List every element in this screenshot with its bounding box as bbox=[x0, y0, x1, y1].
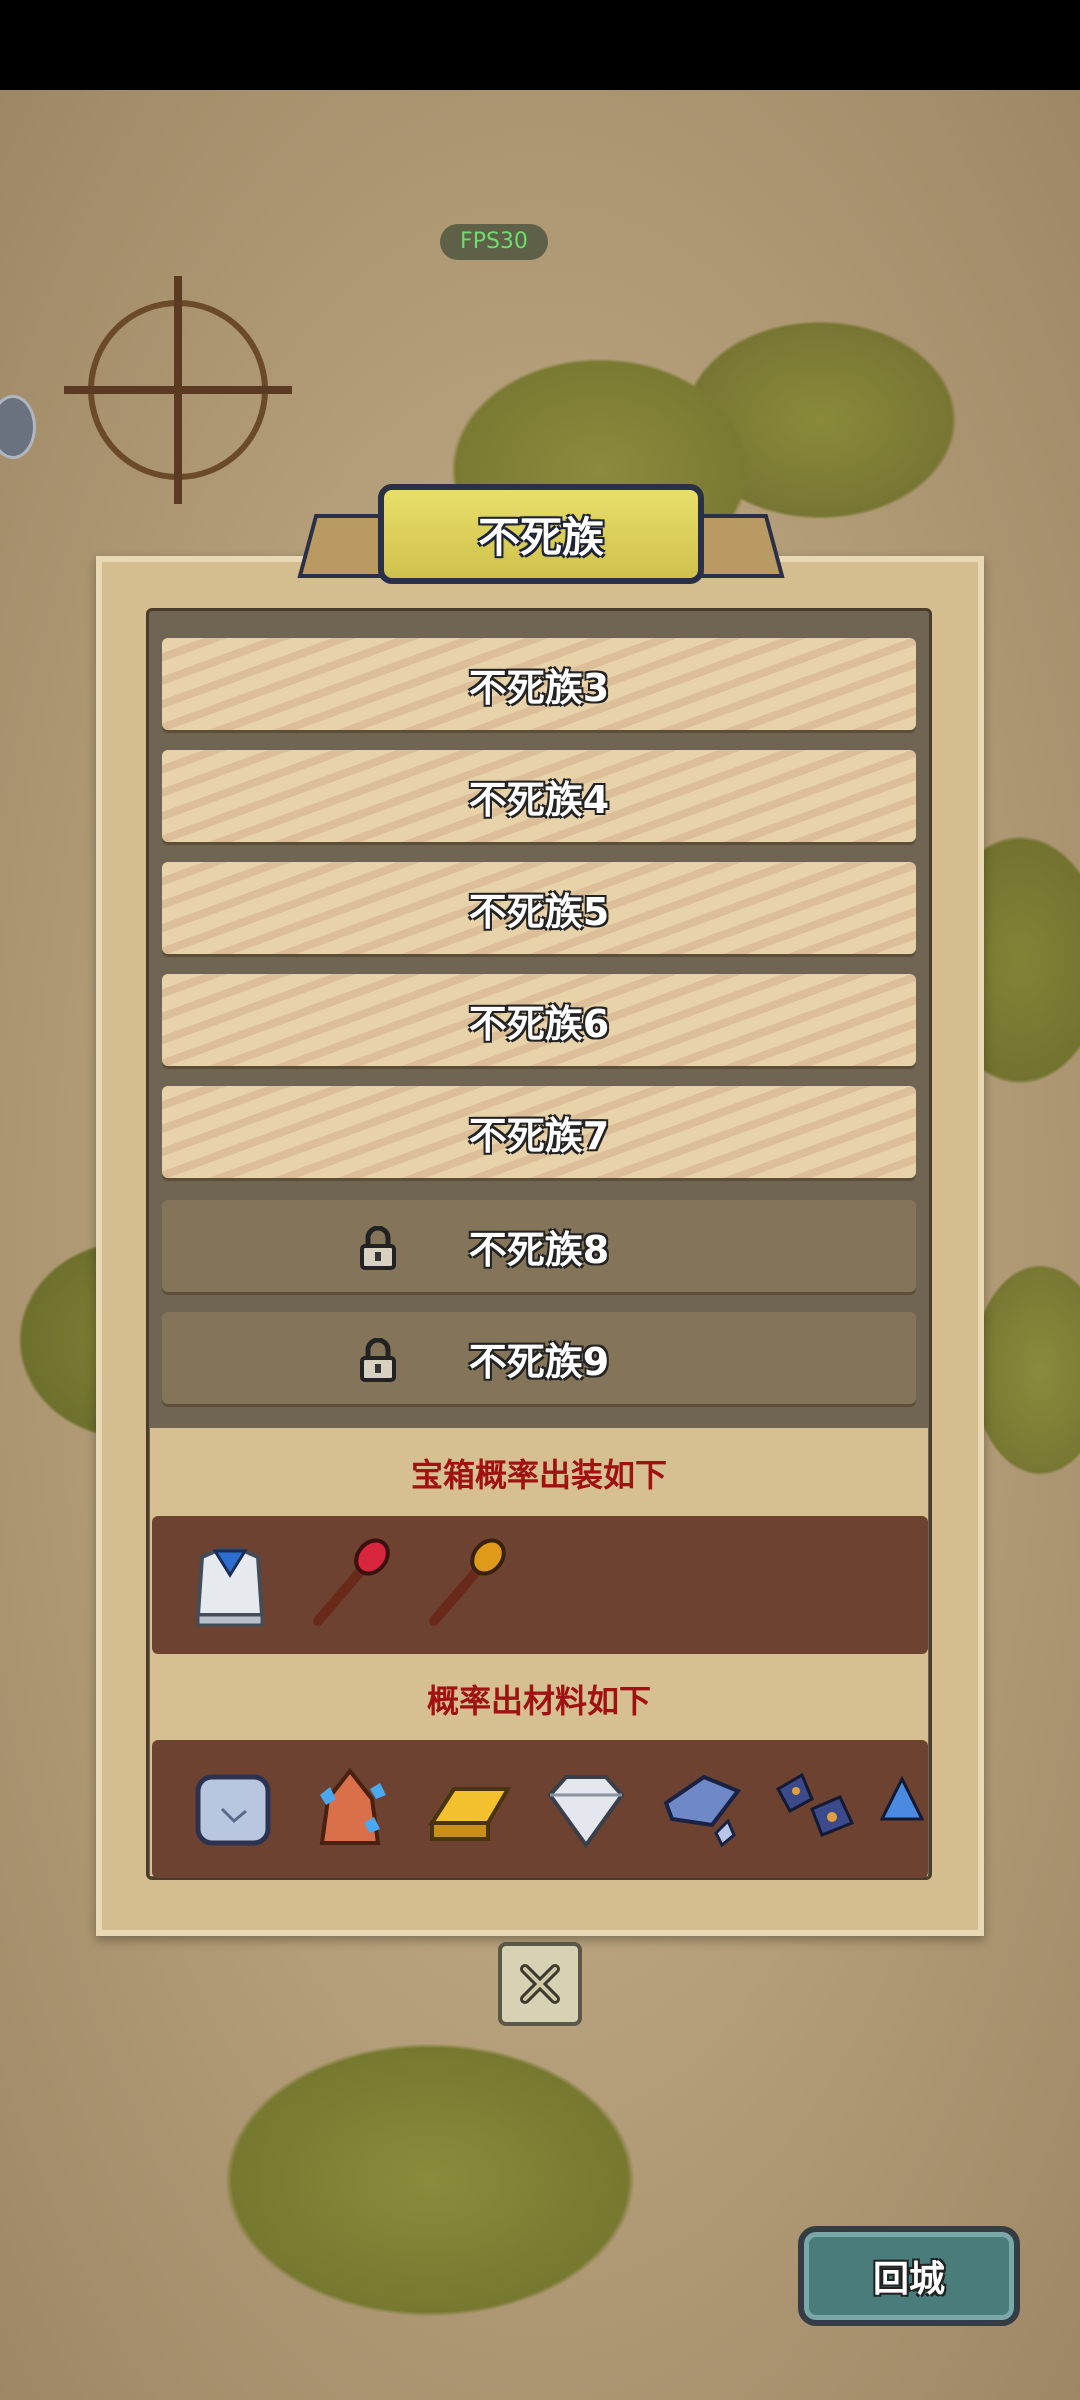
diamond-icon[interactable] bbox=[536, 1759, 636, 1859]
dialog-title: 不死族 bbox=[477, 512, 604, 562]
status-bar bbox=[0, 0, 1080, 90]
return-to-town-label: 回城 bbox=[872, 2259, 945, 2300]
level-label: 不死族8 bbox=[468, 1227, 610, 1272]
level-row-locked[interactable]: 不死族9 bbox=[162, 1312, 916, 1404]
gold-bar-icon[interactable] bbox=[418, 1759, 518, 1859]
level-label: 不死族3 bbox=[468, 665, 610, 710]
level-label: 不死族6 bbox=[468, 1001, 610, 1046]
blue-ore-icon[interactable] bbox=[768, 1759, 868, 1859]
orange-staff-icon[interactable] bbox=[414, 1535, 514, 1635]
close-icon bbox=[520, 1964, 560, 2004]
equipment-strip bbox=[152, 1516, 928, 1654]
level-label: 不死族7 bbox=[468, 1113, 610, 1158]
fps-counter: FPS30 bbox=[440, 224, 548, 260]
partial-ore-icon[interactable] bbox=[872, 1759, 928, 1859]
stone-block-icon[interactable] bbox=[182, 1759, 282, 1859]
level-label: 不死族4 bbox=[468, 777, 610, 822]
compass-rose-decoration bbox=[64, 276, 292, 504]
level-row[interactable]: 不死族3 bbox=[162, 638, 916, 730]
return-to-town-button[interactable]: 回城 bbox=[798, 2226, 1020, 2326]
level-row[interactable]: 不死族7 bbox=[162, 1086, 916, 1178]
equipment-heading: 宝箱概率出装如下 bbox=[410, 1456, 667, 1494]
crystal-ore-icon[interactable] bbox=[300, 1759, 400, 1859]
level-label: 不死族9 bbox=[468, 1339, 610, 1384]
level-row[interactable]: 不死族6 bbox=[162, 974, 916, 1066]
title-banner: 不死族 bbox=[297, 484, 785, 592]
level-row-locked[interactable]: 不死族8 bbox=[162, 1200, 916, 1292]
iron-ore-icon[interactable] bbox=[652, 1759, 752, 1859]
close-button[interactable] bbox=[498, 1942, 582, 2026]
banner-plate: 不死族 bbox=[378, 484, 704, 584]
armor-icon[interactable] bbox=[180, 1535, 280, 1635]
materials-strip bbox=[152, 1740, 928, 1878]
materials-heading: 概率出材料如下 bbox=[426, 1682, 651, 1720]
red-staff-icon[interactable] bbox=[298, 1535, 398, 1635]
level-label: 不死族5 bbox=[468, 889, 610, 934]
level-row[interactable]: 不死族4 bbox=[162, 750, 916, 842]
level-row[interactable]: 不死族5 bbox=[162, 862, 916, 954]
